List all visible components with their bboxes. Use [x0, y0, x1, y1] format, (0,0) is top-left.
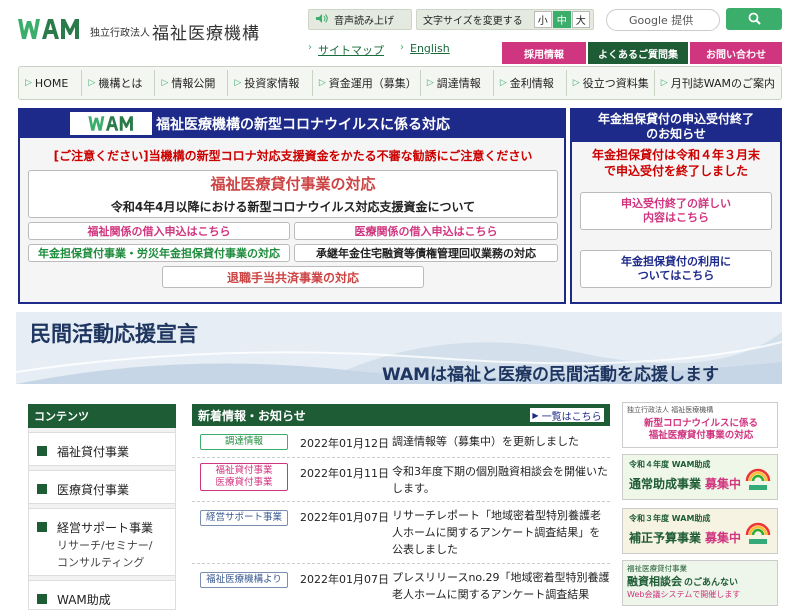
nav-item-investor[interactable]: ▷ 投資家情報: [228, 70, 313, 96]
side-banner-text: 新型コロナウイルスに係る 福祉医療貸付事業の対応: [643, 418, 758, 441]
news-link[interactable]: リサーチレポート「地域密着型特別養護老人ホームに関するアンケート調査結果」を公表…: [392, 507, 610, 558]
nav-item-about[interactable]: ▷ 機構とは: [82, 70, 156, 96]
side-banner-small: 独立行政法人 福祉医療機構: [627, 406, 714, 414]
housing-loan-response-button[interactable]: 承継年金住宅融資等債権管理回収業務の対応: [294, 244, 558, 262]
news-row: 福祉医療機構より 2022年01月07日 プレスリリースno.29「地域密着型特…: [192, 564, 610, 604]
pension-loan-response-button[interactable]: 年金担保貸付事業・労災年金担保貸付事業の対応: [28, 244, 290, 262]
retirement-allowance-button[interactable]: 退職手当共済事業の対応: [162, 266, 424, 288]
nav-item-interest[interactable]: ▷ 金利情報: [494, 70, 567, 96]
covid-loan-side-banner[interactable]: 独立行政法人 福祉医療機構 新型コロナウイルスに係る 福祉医療貸付事業の対応: [622, 402, 778, 448]
global-nav: ▷ HOME ▷ 機構とは ▷ 情報公開 ▷ 投資家情報 ▷ 資金運用（募集） ▷ 調達情報…: [18, 66, 782, 100]
pension-end-details-button[interactable]: 申込受付終了の詳しい 内容はこちら: [580, 192, 772, 230]
arrow-icon: ▷: [161, 78, 169, 88]
medical-apply-button[interactable]: 医療関係の借入申込はこちら: [294, 222, 558, 240]
banner-title: 民間活動応援宣言: [30, 322, 198, 346]
square-bullet-icon: [37, 522, 47, 532]
nav-item-home[interactable]: ▷ HOME: [19, 70, 83, 96]
news-tag-management-support[interactable]: 経営サポート事業: [200, 510, 288, 526]
fontsize-label: 文字サイズを変更する: [423, 16, 523, 27]
fontsize-small-button[interactable]: 小: [533, 11, 552, 28]
news-date: 2022年01月11日: [300, 467, 389, 480]
welfare-apply-button[interactable]: 福祉関係の借入申込はこちら: [28, 222, 290, 240]
wam-grant-normal-banner[interactable]: 令和４年度 WAM助成 通常助成事業 募集中: [622, 454, 778, 500]
fontsize-large-button[interactable]: 大: [571, 11, 590, 28]
sidebar-item-management-support[interactable]: 経営サポート事業 リサーチ/セミナー/ コンサルティング: [28, 508, 176, 576]
arrow-icon: ▷: [572, 78, 580, 88]
sidebar-item-medical-loan[interactable]: 医療貸付事業: [28, 470, 176, 504]
arrow-icon: ▷: [499, 78, 507, 88]
pension-end-title: 年金担保貸付の申込受付終了 のお知らせ: [572, 110, 780, 142]
news-row: 福祉貸付事業 医療貸付事業 2022年01月11日 令和3年度下期の個別融資相談…: [192, 458, 610, 502]
nav-item-resources[interactable]: ▷ 役立つ資料集: [567, 70, 655, 96]
contact-tab[interactable]: お問い合わせ: [690, 42, 782, 64]
rainbow-icon: [745, 463, 771, 493]
covid-wam-logo: [70, 112, 152, 135]
recruit-tab[interactable]: 採用情報: [502, 42, 586, 64]
square-bullet-icon: [37, 484, 47, 494]
news-date: 2022年01月12日: [300, 437, 389, 450]
search-icon: [748, 10, 761, 29]
sitemap-arrow-icon: ›: [308, 42, 312, 53]
font-size-switcher: 文字サイズを変更する 小 中 大: [416, 9, 594, 30]
arrow-icon: ▷: [660, 78, 668, 88]
nav-item-fund-management[interactable]: ▷ 資金運用（募集）: [313, 70, 421, 96]
nav-item-disclosure[interactable]: ▷ 情報公開: [155, 70, 229, 96]
search-input[interactable]: Google 提供: [606, 9, 720, 31]
speaker-icon: [315, 13, 328, 27]
sidebar-item-welfare-loan[interactable]: 福祉貸付事業: [28, 432, 176, 466]
square-bullet-icon: [37, 446, 47, 456]
news-link[interactable]: 調達情報等（募集中）を更新しました: [392, 433, 610, 450]
news-date: 2022年01月07日: [300, 573, 389, 586]
sidebar-title: コンテンツ: [28, 404, 176, 428]
news-date: 2022年01月07日: [300, 511, 389, 524]
square-bullet-icon: [37, 594, 47, 604]
fontsize-medium-button[interactable]: 中: [552, 11, 571, 28]
audio-readout-button[interactable]: 音声読み上げ: [308, 9, 412, 30]
welfare-loan-subtitle: 令和4年4月以降における新型コロナウイルス対応支援資金について: [110, 200, 476, 214]
arrow-icon: ▷: [318, 78, 326, 88]
faq-tab[interactable]: よくあるご質問集: [588, 42, 688, 64]
wam-logo[interactable]: [16, 16, 82, 42]
arrow-icon: ▷: [426, 78, 434, 88]
news-row: 経営サポート事業 2022年01月07日 リサーチレポート「地域密着型特別養護老…: [192, 502, 610, 564]
sitemap-link[interactable]: サイトマップ: [318, 42, 384, 58]
welfare-loan-title: 福祉医療貸付事業の対応: [210, 175, 376, 193]
welfare-loan-response-button[interactable]: 福祉医療貸付事業の対応 令和4年4月以降における新型コロナウイルス対応支援資金に…: [28, 170, 558, 218]
sidebar-item-wam-grant[interactable]: WAM助成: [28, 580, 176, 610]
scam-warning-link[interactable]: [ご注意ください]当機構の新型コロナ対応支援資金をかたる不審な勧誘にご注意くださ…: [28, 147, 558, 164]
arrow-icon: ▷: [234, 78, 242, 88]
news-link[interactable]: プレスリリースno.29「地域密着型特別養護老人ホームに関するアンケート調査結果: [392, 569, 610, 603]
news-link[interactable]: 令和3年度下期の個別融資相談会を開催いたします。: [392, 463, 610, 497]
news-more-link[interactable]: ▶ 一覧はこちら: [530, 408, 604, 423]
news-tag-from-wam[interactable]: 福祉医療機構より: [200, 572, 288, 588]
search-button[interactable]: [726, 8, 782, 30]
wam-grant-supplementary-banner[interactable]: 令和３年度 WAM助成 補正予算事業 募集中: [622, 508, 778, 554]
banner-subtitle: WAMは福祉と医療の民間活動を応援します: [382, 365, 720, 385]
triangle-right-icon: ▶: [532, 410, 539, 420]
pension-usage-button[interactable]: 年金担保貸付の利用に ついてはこちら: [580, 250, 772, 288]
english-link[interactable]: English: [410, 42, 450, 55]
loan-consultation-banner[interactable]: 福祉医療貸付事業 融資相談会 のごあんない Web会議システムで開催します: [622, 560, 778, 606]
arrow-icon: ▷: [25, 78, 32, 88]
news-tag-welfare-medical[interactable]: 福祉貸付事業 医療貸付事業: [200, 463, 288, 491]
arrow-icon: ▷: [88, 78, 96, 88]
nav-item-magazine[interactable]: ▷ 月刊誌WAMのご案内: [655, 70, 781, 96]
nav-item-procurement[interactable]: ▷ 調達情報: [421, 70, 494, 96]
news-row: 調達情報 2022年01月12日 調達情報等（募集中）を更新しました: [192, 428, 610, 458]
english-arrow-icon: ›: [400, 42, 404, 53]
pension-end-note: 年金担保貸付は令和４年３月末 で申込受付を終了しました: [591, 148, 760, 178]
org-name: 福祉医療機構: [152, 24, 260, 44]
audio-label: 音声読み上げ: [334, 16, 394, 27]
news-tag-procurement[interactable]: 調達情報: [200, 434, 288, 450]
rainbow-icon: [745, 517, 771, 547]
org-prefix: 独立行政法人: [90, 28, 150, 39]
